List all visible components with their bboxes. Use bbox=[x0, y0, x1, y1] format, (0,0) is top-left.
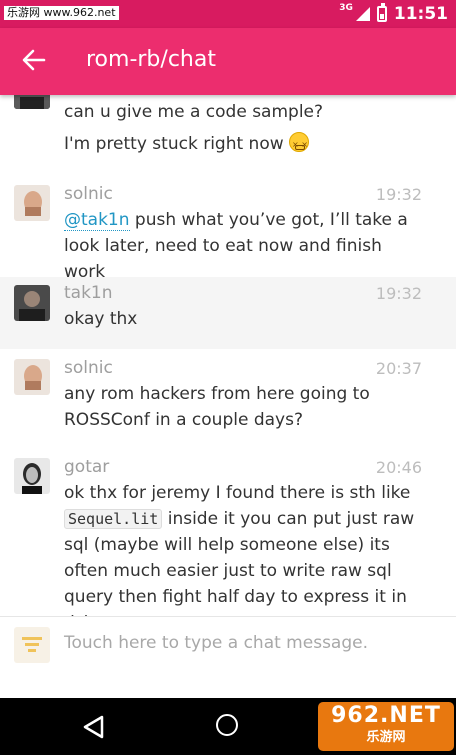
user-avatar-icon bbox=[14, 458, 50, 494]
chat-input-bar[interactable]: Touch here to type a chat message. bbox=[0, 616, 456, 699]
message-item[interactable]: tak1n 19:32 okay thx bbox=[0, 277, 456, 349]
watermark-logo-subtext: 乐游网 bbox=[366, 730, 406, 745]
message-username[interactable]: tak1n bbox=[64, 283, 113, 303]
app-bar: rom-rb/chat bbox=[0, 28, 456, 95]
battery-icon bbox=[376, 3, 387, 22]
message-text: any rom hackers from here going to ROSSC… bbox=[64, 384, 370, 430]
user-avatar-icon bbox=[14, 285, 50, 321]
message-item[interactable]: solnic 19:32 @tak1n push what you’ve got… bbox=[0, 175, 456, 282]
user-mention[interactable]: @tak1n bbox=[64, 210, 130, 231]
watermark-logo: 962.NET 乐游网 bbox=[318, 702, 454, 751]
message-text: ok thx for jeremy I found there is sth l… bbox=[64, 480, 426, 616]
watermark-logo-text: 962.NET bbox=[331, 703, 441, 728]
avatar[interactable] bbox=[14, 285, 50, 321]
inline-code: Sequel.lit bbox=[64, 509, 163, 529]
message-time: 20:46 bbox=[375, 458, 422, 477]
message-item[interactable]: gotar 20:46 ok thx for jeremy I found th… bbox=[0, 449, 456, 616]
back-button[interactable] bbox=[14, 40, 54, 80]
nav-home-icon[interactable] bbox=[216, 714, 238, 736]
message-item[interactable]: can u give me a code sample? I'm pretty … bbox=[0, 95, 456, 175]
filter-lines-icon bbox=[22, 637, 42, 652]
avatar[interactable] bbox=[14, 359, 50, 395]
status-time: 11:51 bbox=[393, 4, 448, 24]
signal-icon bbox=[355, 7, 370, 21]
avatar[interactable] bbox=[14, 458, 50, 494]
persevering-face-emoji-icon bbox=[289, 132, 310, 158]
watermark-text: 乐游网 www.962.net bbox=[4, 6, 119, 20]
message-item[interactable]: solnic 20:37 any rom hackers from here g… bbox=[0, 349, 456, 449]
nav-back-icon[interactable] bbox=[80, 714, 108, 740]
user-avatar-icon bbox=[14, 95, 50, 109]
room-title: rom-rb/chat bbox=[86, 47, 216, 72]
network-type-label: 3G bbox=[339, 3, 353, 13]
chat-message-input[interactable]: Touch here to type a chat message. bbox=[64, 633, 368, 653]
user-avatar-icon bbox=[14, 185, 50, 221]
message-username[interactable]: gotar bbox=[64, 457, 109, 477]
avatar[interactable] bbox=[14, 95, 50, 109]
arrow-back-icon bbox=[22, 49, 46, 71]
message-text-line: I'm pretty stuck right now bbox=[64, 134, 284, 154]
message-text: I'm pretty stuck right now bbox=[64, 131, 426, 158]
compose-icon[interactable] bbox=[14, 627, 50, 663]
message-time: 19:32 bbox=[375, 185, 422, 204]
avatar[interactable] bbox=[14, 185, 50, 221]
message-time: 20:37 bbox=[375, 359, 422, 378]
message-username[interactable]: solnic bbox=[64, 358, 113, 378]
message-text: can u give me a code sample? bbox=[64, 102, 324, 122]
message-time: 19:32 bbox=[375, 284, 422, 303]
message-list[interactable]: can u give me a code sample? I'm pretty … bbox=[0, 95, 456, 616]
user-avatar-icon bbox=[14, 359, 50, 395]
message-username[interactable]: solnic bbox=[64, 184, 113, 204]
message-text-body: ok thx for jeremy I found there is sth l… bbox=[64, 483, 411, 503]
message-text: okay thx bbox=[64, 309, 138, 329]
status-bar: 乐游网 www.962.net 3G 11:51 bbox=[0, 0, 456, 28]
navigation-bar: 962.NET 乐游网 bbox=[0, 698, 456, 755]
message-text: @tak1n push what you’ve got, I’ll take a… bbox=[64, 207, 426, 285]
status-icons: 3G 11:51 bbox=[339, 3, 448, 25]
